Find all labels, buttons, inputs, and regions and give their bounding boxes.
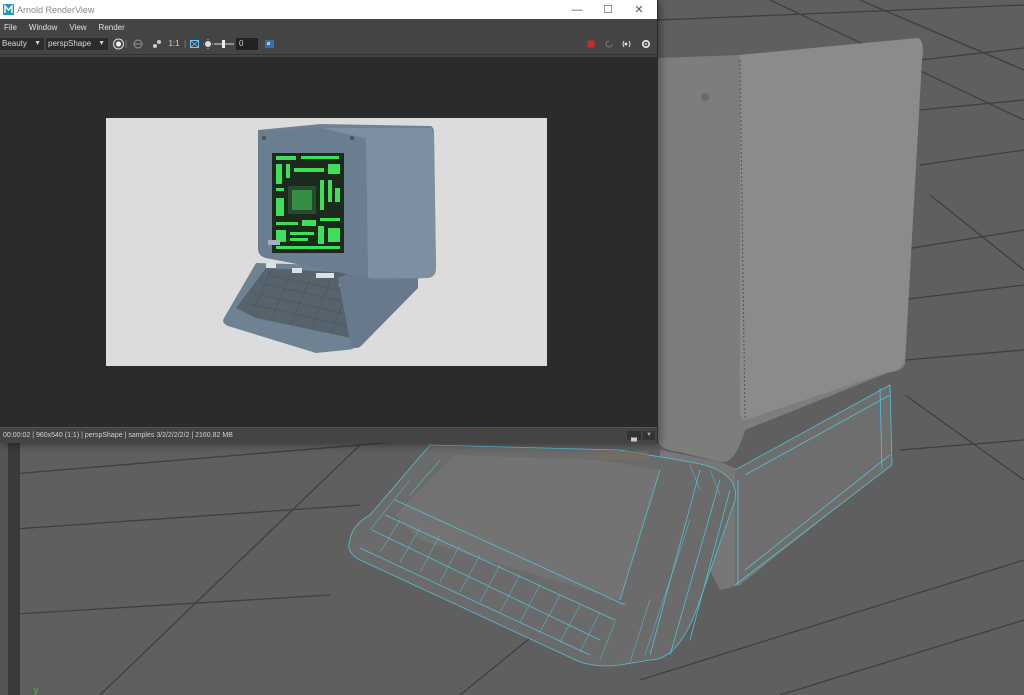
maximize-button[interactable]: ☐ bbox=[593, 0, 623, 19]
maximize-icon: ☐ bbox=[603, 4, 613, 16]
arnold-renderview-window[interactable]: Arnold RenderView — ☐ ✕ File Window View… bbox=[0, 0, 658, 443]
renderview-toolbar: Beauty ▼ perspShape ▼ | 1:1 | 0 bbox=[0, 35, 657, 55]
menu-view[interactable]: View bbox=[69, 23, 86, 32]
exposure-icon bbox=[203, 39, 213, 49]
status-bar: 00:00:02 | 960x540 (1:1) | perspShape | … bbox=[0, 427, 657, 443]
refresh-icon[interactable] bbox=[603, 38, 615, 50]
toolbar-separator: | bbox=[124, 39, 128, 48]
chevron-down-icon: ▼ bbox=[34, 40, 41, 47]
render-view-area[interactable] bbox=[0, 57, 657, 427]
toolbar-separator: | bbox=[183, 39, 187, 48]
chevron-down-icon: ▼ bbox=[646, 432, 652, 438]
render-region-icon[interactable] bbox=[189, 38, 200, 50]
close-icon: ✕ bbox=[634, 4, 644, 16]
minimize-icon: — bbox=[571, 3, 583, 16]
chevron-down-icon: ▼ bbox=[98, 40, 105, 47]
snapshot-button[interactable] bbox=[627, 431, 641, 442]
close-button[interactable]: ✕ bbox=[624, 0, 654, 19]
color-management-icon[interactable] bbox=[264, 38, 276, 50]
camera-dropdown-value: perspShape bbox=[48, 39, 92, 48]
stop-render-icon[interactable] bbox=[586, 38, 596, 50]
camera-icon bbox=[631, 437, 637, 442]
title-bar[interactable]: Arnold RenderView — ☐ ✕ bbox=[0, 0, 657, 19]
menu-bar: File Window View Render bbox=[0, 19, 657, 35]
settings-gear-icon[interactable] bbox=[640, 38, 652, 50]
ipr-icon[interactable] bbox=[621, 38, 634, 50]
minimize-button[interactable]: — bbox=[562, 0, 592, 19]
snapshot-dropdown[interactable]: ▼ bbox=[643, 431, 655, 440]
aov-dropdown[interactable]: Beauty ▼ bbox=[0, 38, 44, 50]
window-title: Arnold RenderView bbox=[17, 4, 95, 15]
rendered-image bbox=[106, 118, 547, 366]
render-status-text: 00:00:02 | 960x540 (1:1) | perspShape | … bbox=[3, 432, 233, 439]
ratio-button[interactable]: 1:1 bbox=[167, 38, 181, 50]
svg-text:y: y bbox=[34, 685, 39, 695]
menu-file[interactable]: File bbox=[4, 23, 17, 32]
color-correct-icon[interactable] bbox=[151, 38, 163, 50]
maya-logo-icon bbox=[3, 4, 14, 15]
exposure-field[interactable]: 0 bbox=[236, 38, 258, 50]
exposure-slider[interactable] bbox=[213, 38, 235, 50]
aov-dropdown-value: Beauty bbox=[2, 39, 27, 48]
menu-render[interactable]: Render bbox=[99, 23, 125, 32]
menu-window[interactable]: Window bbox=[29, 23, 57, 32]
rendered-computer-image bbox=[106, 118, 547, 366]
crop-icon[interactable] bbox=[132, 38, 144, 50]
camera-dropdown[interactable]: perspShape ▼ bbox=[46, 38, 108, 50]
